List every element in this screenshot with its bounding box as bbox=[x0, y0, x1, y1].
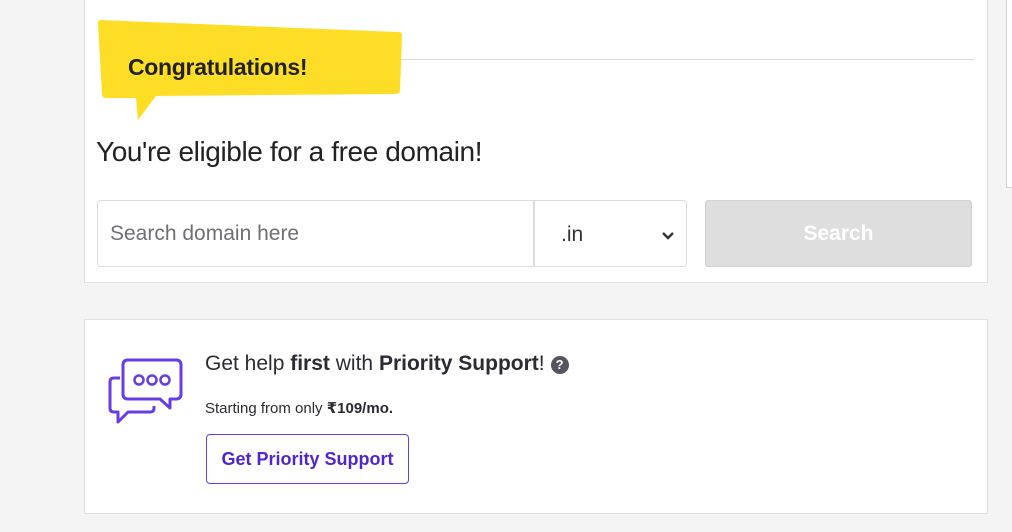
tld-selected-value: .in bbox=[561, 223, 584, 246]
chevron-down-icon bbox=[662, 232, 674, 240]
get-priority-support-button[interactable]: Get Priority Support bbox=[206, 434, 409, 484]
help-circle-icon[interactable]: ? bbox=[550, 356, 569, 374]
tld-select[interactable]: .in bbox=[534, 200, 687, 267]
priority-support-price: Starting from only ₹109/mo. bbox=[205, 399, 393, 417]
headline-bold-priority: Priority Support bbox=[378, 352, 539, 375]
ribbon-divider bbox=[396, 59, 974, 60]
headline-bold-first: first bbox=[290, 352, 330, 375]
domain-search-input[interactable] bbox=[97, 200, 534, 267]
side-panel-edge bbox=[1006, 0, 1012, 188]
domain-search-button[interactable]: Search bbox=[705, 200, 972, 267]
free-domain-title: You're eligible for a free domain! bbox=[96, 136, 483, 167]
chat-bubbles-icon bbox=[108, 358, 183, 424]
headline-text: with bbox=[329, 352, 379, 375]
ribbon-label: Congratulations! bbox=[128, 54, 308, 80]
congratulations-ribbon: Congratulations! bbox=[96, 18, 406, 122]
headline-text: ! bbox=[538, 352, 545, 375]
price-value: ₹109/mo. bbox=[326, 400, 394, 417]
priority-support-headline: Get help first with Priority Support!? bbox=[205, 352, 569, 376]
headline-text: Get help bbox=[205, 352, 291, 375]
price-text: Starting from only bbox=[205, 400, 327, 417]
